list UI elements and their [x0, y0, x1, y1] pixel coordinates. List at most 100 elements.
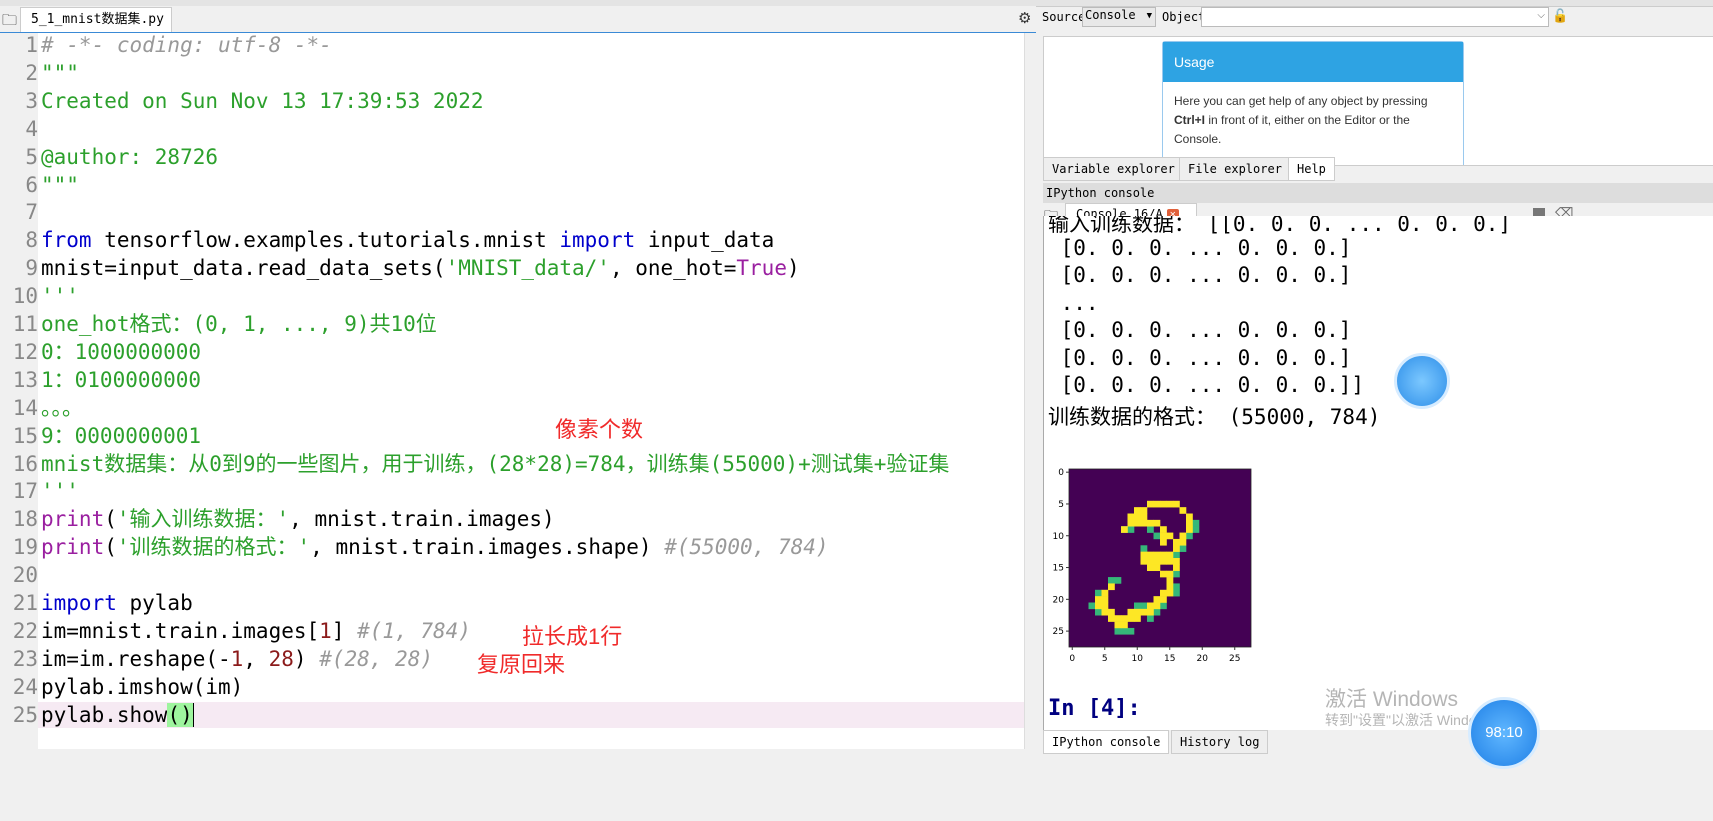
- line-number: 7: [25, 200, 38, 225]
- pixel: [1140, 545, 1148, 552]
- pixel: [1166, 589, 1174, 597]
- code-line[interactable]: ''': [41, 477, 79, 505]
- pixel: [1114, 621, 1122, 629]
- pixel: [1160, 596, 1167, 603]
- code-line[interactable]: """: [41, 171, 79, 199]
- pixel: [1153, 596, 1161, 603]
- code-line[interactable]: 1：0100000000: [41, 366, 201, 394]
- y-tick-label: 15: [1053, 564, 1064, 574]
- timer-badge[interactable]: 98:10: [1468, 697, 1540, 769]
- pixel: [1134, 608, 1141, 616]
- pixel: [1173, 500, 1180, 508]
- code-line[interactable]: mnist数据集：从0到9的一些图片，用于训练，(28*28)=784，训练集(…: [41, 450, 949, 478]
- code-line[interactable]: """: [41, 59, 79, 87]
- file-tab-label: 5_1_mnist数据集.py: [31, 12, 164, 27]
- code-line[interactable]: 。。。: [41, 394, 83, 422]
- activation-watermark: 激活 Windows: [1325, 688, 1459, 711]
- code-token: pylab: [116, 591, 193, 615]
- y-tick-label: 0: [1058, 468, 1064, 478]
- code-line[interactable]: 0：1000000000: [41, 338, 201, 366]
- code-line[interactable]: @author: 28726: [41, 143, 218, 171]
- pixel: [1192, 526, 1200, 533]
- code-line[interactable]: mnist=input_data.read_data_sets('MNIST_d…: [41, 254, 800, 282]
- console-prompt[interactable]: In [4]:: [1048, 696, 1141, 721]
- chevron-down-icon: ▼: [1146, 11, 1152, 21]
- line-number: 22: [12, 618, 38, 643]
- activation-watermark-sub: 转到"设置"以激活 Windows: [1325, 712, 1475, 728]
- y-tick-label: 20: [1053, 595, 1065, 605]
- tab-help[interactable]: Help: [1288, 157, 1335, 181]
- code-token: ]: [331, 618, 358, 643]
- line-number: 11: [12, 312, 38, 336]
- code-line[interactable]: im=mnist.train.images[1] #(1, 784): [41, 617, 471, 645]
- code-line[interactable]: ''': [41, 282, 79, 310]
- y-tick-label: 25: [1053, 627, 1064, 637]
- pixel: [1095, 608, 1102, 616]
- pixel: [1160, 558, 1167, 565]
- code-token: #(1, 784): [357, 618, 471, 643]
- code-token: ''': [41, 479, 79, 504]
- pixel: [1140, 602, 1148, 610]
- code-editor[interactable]: 1 # -*- coding: utf-8 -*- 2 """ 3 Created on …: [0, 33, 1024, 749]
- code-token: from: [41, 228, 92, 253]
- tab-file-explorer[interactable]: File explorer: [1179, 157, 1291, 181]
- tab-history-log[interactable]: History log: [1171, 730, 1269, 754]
- code-token: 9：0000000001: [41, 423, 202, 448]
- line-number: 24: [12, 674, 38, 699]
- tab-variable-explorer[interactable]: Variable explorer: [1043, 157, 1184, 181]
- pixel: [1173, 545, 1180, 552]
- tab-ipython-console[interactable]: IPython console: [1043, 730, 1170, 754]
- pixel: [1160, 551, 1167, 559]
- tab-file[interactable]: 5_1_mnist数据集.py✕: [20, 7, 172, 50]
- code-line[interactable]: pylab.show(): [41, 701, 194, 729]
- pixel: [1186, 513, 1193, 521]
- line-number: 4: [25, 116, 38, 141]
- code-token: im=mnist.train.images[: [41, 618, 320, 643]
- usage-text: Here you can get help of any object by p…: [1163, 82, 1463, 159]
- usage-text-post: in front of it, either on the Editor or …: [1174, 113, 1410, 146]
- gear-icon[interactable]: ⚙: [1018, 9, 1031, 27]
- pixel: [1147, 602, 1154, 610]
- pixel: [1153, 532, 1161, 540]
- object-input[interactable]: ⌵: [1201, 7, 1549, 27]
- pixel: [1140, 558, 1148, 565]
- pixel: [1127, 608, 1135, 616]
- code-token: 。。。: [41, 395, 83, 420]
- code-line[interactable]: import pylab: [41, 589, 193, 617]
- source-label: Source: [1042, 10, 1086, 24]
- code-token: '训练数据的格式：': [116, 535, 311, 560]
- console-output[interactable]: 0 5 10 15 20 25 0 5 10 15 20 25 In [4]: 输入训练数据： [[0…: [1043, 216, 1713, 733]
- pixel: [1134, 513, 1141, 521]
- pixel: [1166, 577, 1174, 584]
- code-line[interactable]: print('训练数据的格式：', mnist.train.images.sha…: [41, 533, 829, 561]
- code-line[interactable]: one_hot格式：(0, 1, ..., 9)共10位: [41, 310, 437, 338]
- code-token: 0：1000000000: [41, 339, 202, 364]
- pixel: [1147, 608, 1154, 616]
- pixel: [1166, 532, 1174, 540]
- code-line[interactable]: 9：0000000001: [41, 422, 201, 450]
- code-line[interactable]: im=im.reshape(-1, 28) #(28, 28): [41, 645, 433, 673]
- editor-scrollbar[interactable]: [1024, 33, 1037, 749]
- code-token: # -*- coding: utf-8 -*-: [41, 33, 332, 57]
- editor-tabbar: 🗀 5_1_mnist数据集.py✕ ⚙: [0, 6, 1036, 50]
- code-line[interactable]: print('输入训练数据：', mnist.train.images): [41, 505, 555, 533]
- code-line[interactable]: Created on Sun Nov 13 17:39:53 2022: [41, 87, 484, 115]
- lock-icon[interactable]: 🔓: [1552, 8, 1568, 24]
- code-token: Created on Sun Nov 13 17:39:53 2022: [41, 88, 484, 113]
- usage-card: Usage Here you can get help of any objec…: [1162, 41, 1464, 165]
- code-line[interactable]: pylab.imshow(im): [41, 673, 243, 701]
- pixel: [1160, 570, 1167, 578]
- pixel: [1160, 602, 1167, 610]
- pixel: [1192, 519, 1200, 527]
- code-line[interactable]: from tensorflow.examples.tutorials.mnist…: [41, 226, 774, 254]
- floating-ball-icon[interactable]: [1394, 353, 1450, 409]
- code-token: (: [104, 535, 117, 560]
- console-bottom-tabs: IPython console History log: [1043, 730, 1713, 754]
- pixel: [1153, 608, 1161, 616]
- console-output-line: [0. 0. 0. ... 0. 0. 0.]: [1048, 345, 1352, 370]
- code-line[interactable]: # -*- coding: utf-8 -*-: [41, 31, 332, 59]
- pixel: [1147, 526, 1154, 533]
- pixel: [1134, 519, 1141, 527]
- pixel: [1121, 526, 1128, 533]
- source-select[interactable]: Console ▼: [1082, 7, 1156, 27]
